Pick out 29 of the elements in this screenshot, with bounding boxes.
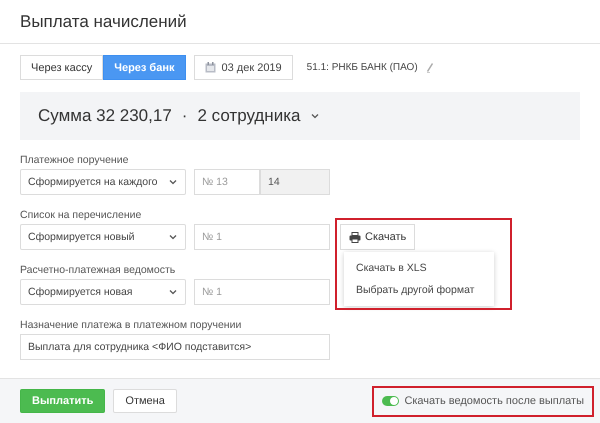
payment-tab[interactable]: Через кассу <box>20 55 104 80</box>
toggle-label: Скачать ведомость после выплаты <box>404 395 584 407</box>
date-field[interactable]: 03 дек 2019 <box>194 55 293 80</box>
field-label: Назначение платежа в платежном поручении <box>20 319 242 331</box>
toggle-switch[interactable] <box>382 396 400 406</box>
chevron-down-icon <box>310 111 320 121</box>
menu-item[interactable]: Выбрать другой формат <box>344 279 494 301</box>
number-to-field: 14 <box>260 169 330 195</box>
printer-icon <box>349 232 361 242</box>
select-field[interactable]: Сформируется новый <box>20 224 186 250</box>
menu-item[interactable]: Скачать в XLS <box>344 257 494 279</box>
chevron-down-icon <box>168 287 178 297</box>
cancel-button[interactable]: Отмена <box>113 389 177 413</box>
purpose-field[interactable]: Выплата для сотрудника <ФИО подставится> <box>20 334 330 360</box>
employees-toggle[interactable]: 2 сотрудника <box>197 106 300 126</box>
download-button[interactable]: Скачать <box>340 224 416 250</box>
separator-dot: · <box>182 106 188 126</box>
field-label: Список на перечисление <box>20 209 142 221</box>
calendar-icon <box>204 62 216 73</box>
field-label: Платежное поручение <box>20 154 128 166</box>
field-label: Расчетно-платежная ведомость <box>20 264 176 276</box>
pencil-icon[interactable] <box>426 62 434 72</box>
chevron-down-icon <box>168 232 178 242</box>
total-sum: Сумма 32 230,17 <box>38 106 172 126</box>
window-title: Выплата начислений <box>20 12 187 32</box>
bank-account: 51.1: РНКБ БАНК (ПАО) <box>306 62 418 73</box>
select-field[interactable]: Сформируется новая <box>20 279 186 305</box>
select-field[interactable]: Сформируется на каждого <box>20 169 186 195</box>
chevron-down-icon <box>168 177 178 187</box>
